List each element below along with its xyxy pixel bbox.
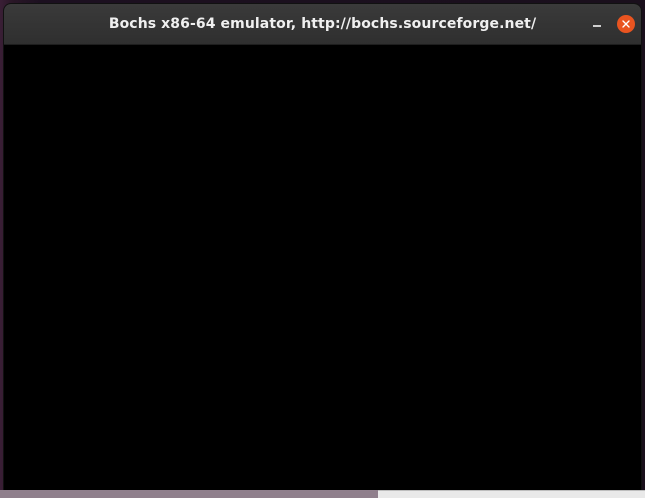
bochs-window: Bochs x86-64 emulator, http://bochs.sour… xyxy=(4,4,641,490)
window-controls xyxy=(589,15,635,33)
title-bar[interactable]: Bochs x86-64 emulator, http://bochs.sour… xyxy=(4,4,641,45)
minimize-icon xyxy=(593,25,601,27)
background-window-edge xyxy=(0,490,645,498)
close-icon xyxy=(622,20,630,28)
close-button[interactable] xyxy=(617,15,635,33)
window-title: Bochs x86-64 emulator, http://bochs.sour… xyxy=(108,16,537,32)
minimize-button[interactable] xyxy=(589,16,605,32)
emulator-display[interactable] xyxy=(4,45,641,490)
background-window-edge-light xyxy=(378,490,645,498)
desktop-background: Bochs x86-64 emulator, http://bochs.sour… xyxy=(0,0,645,498)
